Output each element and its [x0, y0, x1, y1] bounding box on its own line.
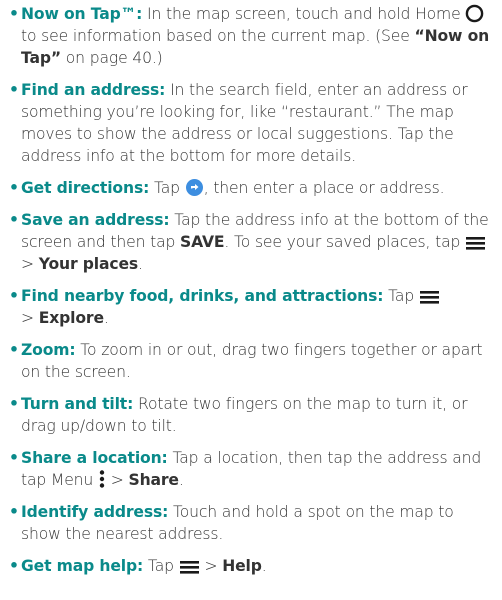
menu-icon — [179, 559, 200, 575]
item-text: . To see your saved places, tap — [224, 233, 466, 251]
item-text: > — [199, 557, 223, 575]
ui-label-your-places: Your places — [38, 255, 139, 273]
item-heading: Zoom: — [21, 341, 76, 359]
item-heading: Get map help: — [21, 557, 144, 575]
bullet: • — [9, 287, 19, 305]
item-text: > — [21, 255, 39, 273]
item-text: Tap — [383, 287, 419, 305]
bullet: • — [9, 503, 19, 521]
item-text: to see information based on the current … — [21, 27, 415, 45]
item-heading: Identify address: — [21, 503, 169, 521]
ui-label-explore: Explore — [38, 309, 104, 327]
tips-list: • Now on Tap™: In the map screen, touch … — [8, 3, 494, 577]
list-item-zoom: • Zoom: To zoom in or out, drag two fing… — [8, 339, 494, 383]
list-item-identify-address: • Identify address: Touch and hold a spo… — [8, 501, 494, 545]
item-heading: Find an address: — [21, 81, 166, 99]
item-heading: Find nearby food, drinks, and attraction… — [21, 287, 384, 305]
item-text: , then enter a place or address. — [203, 179, 445, 197]
bullet: • — [9, 179, 19, 197]
item-heading: Save an address: — [21, 211, 170, 229]
bullet: • — [9, 557, 19, 575]
menu-icon — [419, 289, 440, 305]
bullet: • — [9, 341, 19, 359]
home-circle-icon — [465, 4, 484, 23]
list-item-turn-tilt: • Turn and tilt: Rotate two fingers on t… — [8, 393, 494, 437]
bullet: • — [9, 81, 19, 99]
list-item-find-nearby: • Find nearby food, drinks, and attracti… — [8, 285, 494, 329]
bullet: • — [9, 395, 19, 413]
item-text: Tap — [143, 557, 179, 575]
item-heading: Turn and tilt: — [21, 395, 134, 413]
item-text: In the map screen, touch and hold Home — [142, 5, 466, 23]
list-item-map-help: • Get map help: Tap > Help. — [8, 555, 494, 577]
ui-label-save: SAVE — [180, 233, 225, 251]
list-item-find-address: • Find an address: In the search field, … — [8, 79, 494, 167]
item-text: on page 40.) — [60, 49, 163, 67]
item-text: . — [103, 309, 109, 327]
menu-icon — [465, 235, 486, 251]
document-page: • Now on Tap™: In the map screen, touch … — [0, 0, 502, 600]
list-item-now-on-tap: • Now on Tap™: In the map screen, touch … — [8, 3, 494, 69]
item-text: . — [261, 557, 267, 575]
item-text: To zoom in or out, drag two fingers toge… — [21, 341, 483, 381]
list-item-get-directions: • Get directions: Tap , then enter a pla… — [8, 177, 494, 199]
more-vertical-icon — [98, 469, 106, 489]
item-text: Tap — [149, 179, 185, 197]
list-item-save-address: • Save an address: Tap the address info … — [8, 209, 494, 275]
item-heading: Get directions: — [21, 179, 150, 197]
item-heading: Now on Tap™: — [21, 5, 143, 23]
item-text: . — [138, 255, 143, 273]
item-text: . — [178, 471, 184, 489]
bullet: • — [9, 211, 19, 229]
item-text: > — [21, 309, 39, 327]
bullet: • — [9, 449, 19, 467]
item-text: > — [105, 471, 129, 489]
list-item-share-location: • Share a location: Tap a location, then… — [8, 447, 494, 491]
ui-label-help: Help — [222, 557, 262, 575]
bullet: • — [9, 5, 19, 23]
directions-icon — [185, 178, 204, 197]
item-heading: Share a location: — [21, 449, 168, 467]
ui-label-share: Share — [128, 471, 179, 489]
